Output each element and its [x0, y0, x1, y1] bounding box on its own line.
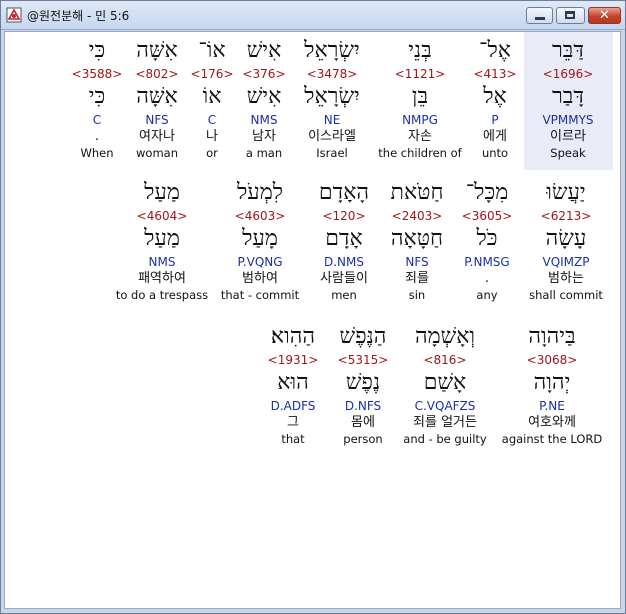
- english-gloss: shall commit: [529, 288, 603, 302]
- strong-number[interactable]: <816>: [400, 352, 490, 368]
- korean-gloss: 여호와께: [528, 415, 576, 430]
- interlinear-view[interactable]: דַּבֵּר <1696> דָּבַר VPMMYS 이르라 Speak א…: [4, 31, 621, 609]
- lemma-word: יְהוָה: [533, 370, 571, 395]
- english-gloss: men: [331, 288, 357, 302]
- parsing-code: C.VQAFZS: [414, 399, 476, 413]
- hebrew-word: כִּי: [88, 38, 106, 63]
- parsing-code: NMPG: [402, 113, 438, 127]
- parsing-code: P.NE: [539, 399, 565, 413]
- korean-gloss: 죄를 얼거든: [413, 415, 477, 430]
- window-title: @원전분해 - 민 5:6: [27, 9, 130, 23]
- hebrew-word: הָאָדָם: [318, 180, 370, 205]
- korean-gloss: 패역하여: [138, 271, 186, 286]
- strong-number[interactable]: <3588>: [52, 66, 142, 82]
- title-bar[interactable]: @원전분해 - 민 5:6 ✕: [1, 1, 625, 30]
- english-gloss: the children of: [378, 146, 462, 160]
- strong-number[interactable]: <4603>: [215, 208, 305, 224]
- parsing-code: C: [92, 113, 102, 127]
- english-gloss: and - be guilty: [403, 432, 487, 446]
- korean-gloss: 범하여: [242, 271, 278, 286]
- korean-gloss: 범하는: [548, 271, 584, 286]
- strong-number[interactable]: <120>: [299, 208, 389, 224]
- hebrew-word: מַעַל: [144, 180, 180, 205]
- korean-gloss: 자손: [408, 129, 432, 144]
- maximize-button[interactable]: [556, 7, 585, 24]
- hebrew-word: לִמְעֹל: [236, 180, 284, 205]
- lemma-word: עָשָׂה: [545, 226, 587, 251]
- english-gloss: When: [80, 146, 114, 160]
- lemma-word: מַעַל: [144, 226, 180, 251]
- english-gloss: that: [281, 432, 305, 446]
- minimize-button[interactable]: [526, 7, 553, 24]
- app-icon: [6, 7, 22, 23]
- korean-gloss: .: [94, 129, 100, 144]
- hebrew-word: הַהִוא׃: [270, 324, 316, 349]
- korean-gloss: 사람들이: [320, 271, 368, 286]
- lemma-word: הוּא: [277, 370, 309, 395]
- hebrew-word: בַּיהוָה: [528, 324, 576, 349]
- strong-number[interactable]: <6213>: [521, 208, 611, 224]
- korean-gloss: 그: [287, 415, 299, 430]
- strong-number[interactable]: <1931>: [248, 352, 338, 368]
- close-icon: ✕: [599, 8, 610, 23]
- lemma-word: אָדָם: [325, 226, 363, 251]
- parsing-code: D.NMS: [323, 255, 364, 269]
- strong-number[interactable]: <1121>: [375, 66, 465, 82]
- lemma-word: אָשַׁם: [423, 370, 467, 395]
- close-button[interactable]: ✕: [588, 7, 621, 24]
- main-window: @원전분해 - 민 5:6 ✕ דַּבֵּר <1696> דָּבַר VP…: [0, 0, 626, 614]
- parsing-code: NMS: [148, 255, 176, 269]
- english-gloss: against the LORD: [501, 432, 603, 446]
- parsing-code: VQIMZP: [542, 255, 590, 269]
- minimize-icon: [535, 17, 545, 20]
- parsing-code: P.VQNG: [237, 255, 283, 269]
- parsing-code: D.ADFS: [270, 399, 316, 413]
- lemma-word: מָעַל: [242, 226, 278, 251]
- strong-number[interactable]: <4604>: [107, 208, 217, 224]
- hebrew-word: יַעֲשׂוּ: [546, 180, 586, 205]
- lemma-word: כִּי: [88, 84, 106, 109]
- maximize-icon: [565, 11, 575, 19]
- lemma-word: בֵּן: [411, 84, 429, 109]
- hebrew-word: וְאָשְׁמָה: [414, 324, 476, 349]
- hebrew-word: בְּנֵי: [408, 38, 432, 63]
- english-gloss: that - commit: [220, 288, 300, 302]
- english-gloss: to do a trespass: [115, 288, 209, 302]
- strong-number[interactable]: <3068>: [497, 352, 607, 368]
